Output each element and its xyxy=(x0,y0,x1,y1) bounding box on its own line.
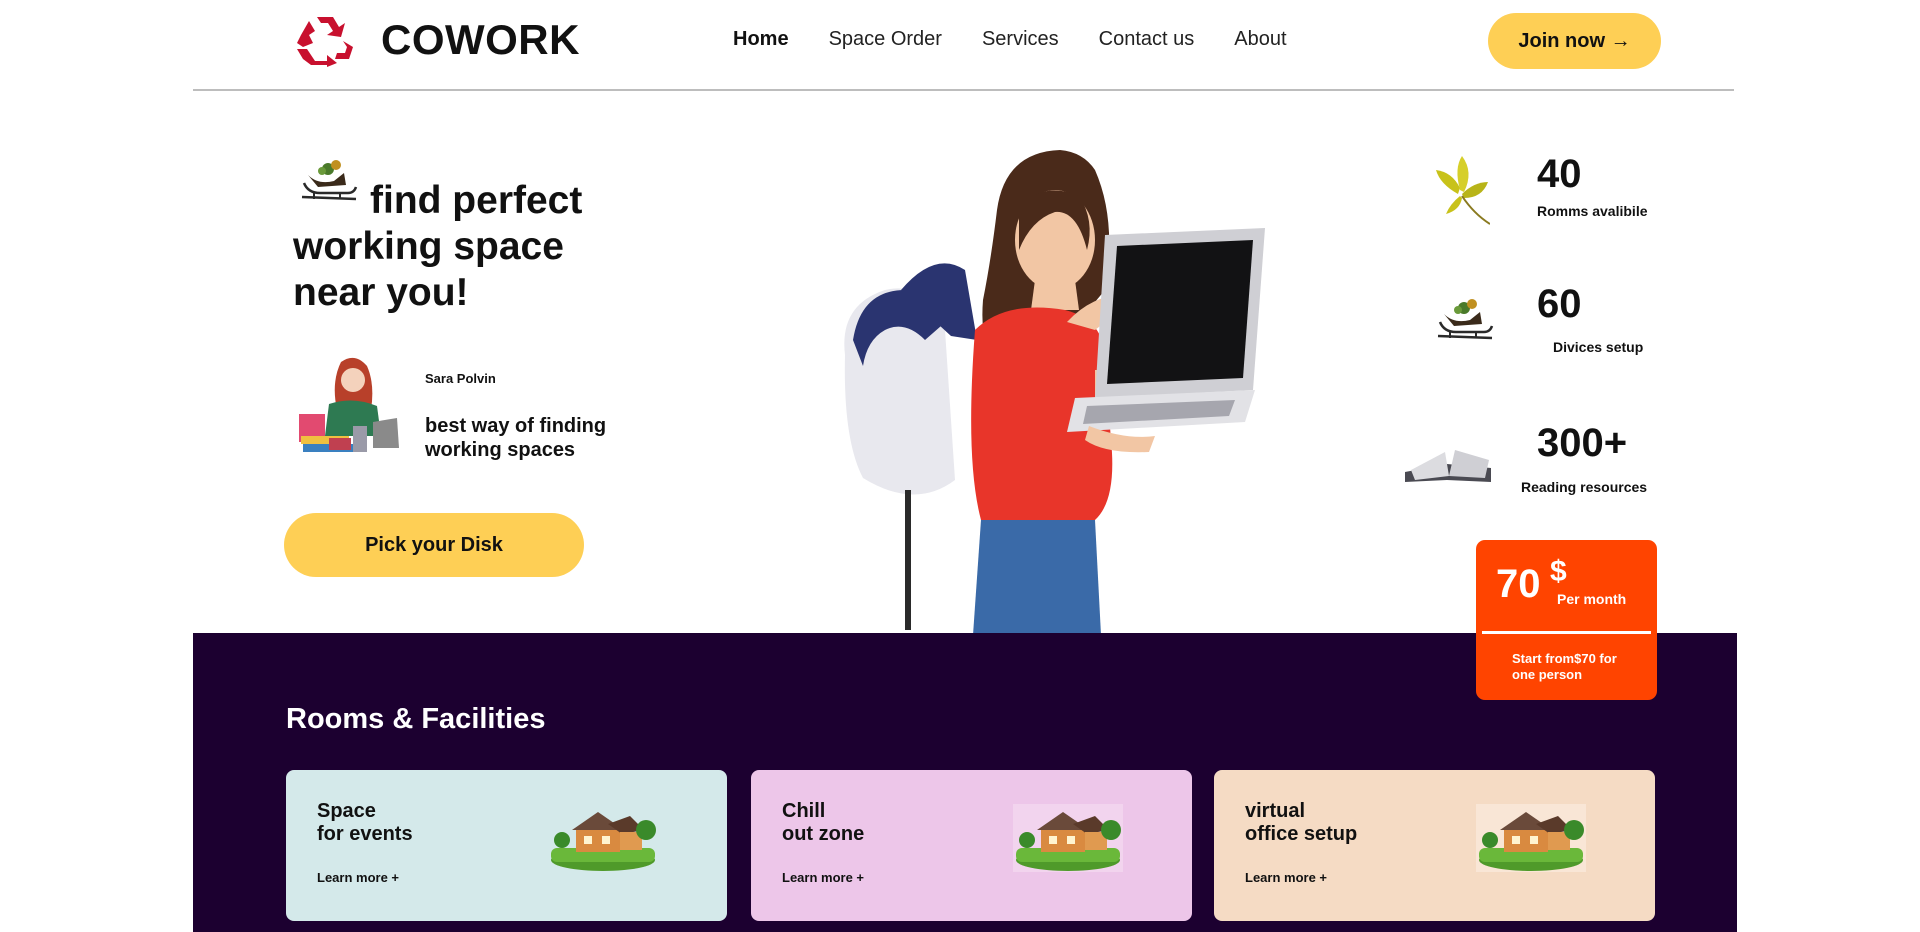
nav-space-order[interactable]: Space Order xyxy=(829,28,942,51)
testimonial-text: best way of finding working spaces xyxy=(425,415,607,461)
stat-devices-value: 60 xyxy=(1537,282,1582,326)
nav-about[interactable]: About xyxy=(1234,28,1286,51)
stat-resources-value: 300+ xyxy=(1537,421,1628,465)
room-card-title: virtual office setup xyxy=(1245,800,1358,845)
price-period: Per month xyxy=(1557,591,1627,607)
header: COWORK Home Space Order Services Contact… xyxy=(193,0,1734,91)
nav-contact-us[interactable]: Contact us xyxy=(1099,28,1195,51)
hero-title-line3: near you! xyxy=(293,271,469,314)
testimonial-avatar xyxy=(299,357,399,452)
stat-rooms-label: Romms avalibile xyxy=(1537,203,1648,219)
nav-services[interactable]: Services xyxy=(982,28,1059,51)
price-divider xyxy=(1482,631,1651,634)
price-amount: 70 xyxy=(1496,562,1541,606)
main-nav: Home Space Order Services Contact us Abo… xyxy=(733,28,1287,51)
room-card-title: Space for events xyxy=(317,800,413,845)
rooms-title: Rooms & Facilities xyxy=(286,703,546,735)
stat-resources-label: Reading resources xyxy=(1521,479,1648,495)
recycle-logo-icon xyxy=(297,17,353,67)
house-icon xyxy=(1013,804,1123,872)
price-card: 70 $ Per month Start from$70 for one per… xyxy=(1476,540,1657,700)
house-icon xyxy=(551,812,656,871)
testimonial-name: Sara Polvin xyxy=(425,371,496,386)
pick-your-disk-button[interactable]: Pick your Disk xyxy=(284,513,584,577)
room-card-title: Chill out zone xyxy=(782,800,865,845)
room-card-virtual-office[interactable]: virtual office setup Learn more + xyxy=(1214,770,1655,921)
leaf-icon xyxy=(1436,156,1490,225)
sleigh-icon xyxy=(1437,299,1494,340)
logo-text: COWORK xyxy=(381,16,580,63)
stat-rooms-value: 40 xyxy=(1537,152,1582,196)
house-icon xyxy=(1476,804,1586,872)
price-note: Start from$70 for one person xyxy=(1512,651,1617,682)
join-now-button[interactable]: Join now → xyxy=(1488,13,1661,69)
hero-title: find perfect working space near you! xyxy=(293,178,673,316)
learn-more-link[interactable]: Learn more + xyxy=(317,870,399,885)
stat-devices-label: Divices setup xyxy=(1553,339,1644,355)
price-currency: $ xyxy=(1550,555,1567,588)
learn-more-link[interactable]: Learn more + xyxy=(782,870,864,885)
hero-title-line2: working space xyxy=(293,225,564,268)
logo[interactable]: COWORK xyxy=(293,13,580,67)
page: COWORK Home Space Order Services Contact… xyxy=(0,0,1920,932)
book-icon xyxy=(1405,450,1491,482)
learn-more-link[interactable]: Learn more + xyxy=(1245,870,1327,885)
room-card-chill[interactable]: Chill out zone Learn more + xyxy=(751,770,1192,921)
nav-home[interactable]: Home xyxy=(733,28,789,51)
room-card-events[interactable]: Space for events Learn more + xyxy=(286,770,727,921)
hero-title-line1: find perfect xyxy=(370,179,583,222)
hero-student-image xyxy=(844,150,1265,635)
